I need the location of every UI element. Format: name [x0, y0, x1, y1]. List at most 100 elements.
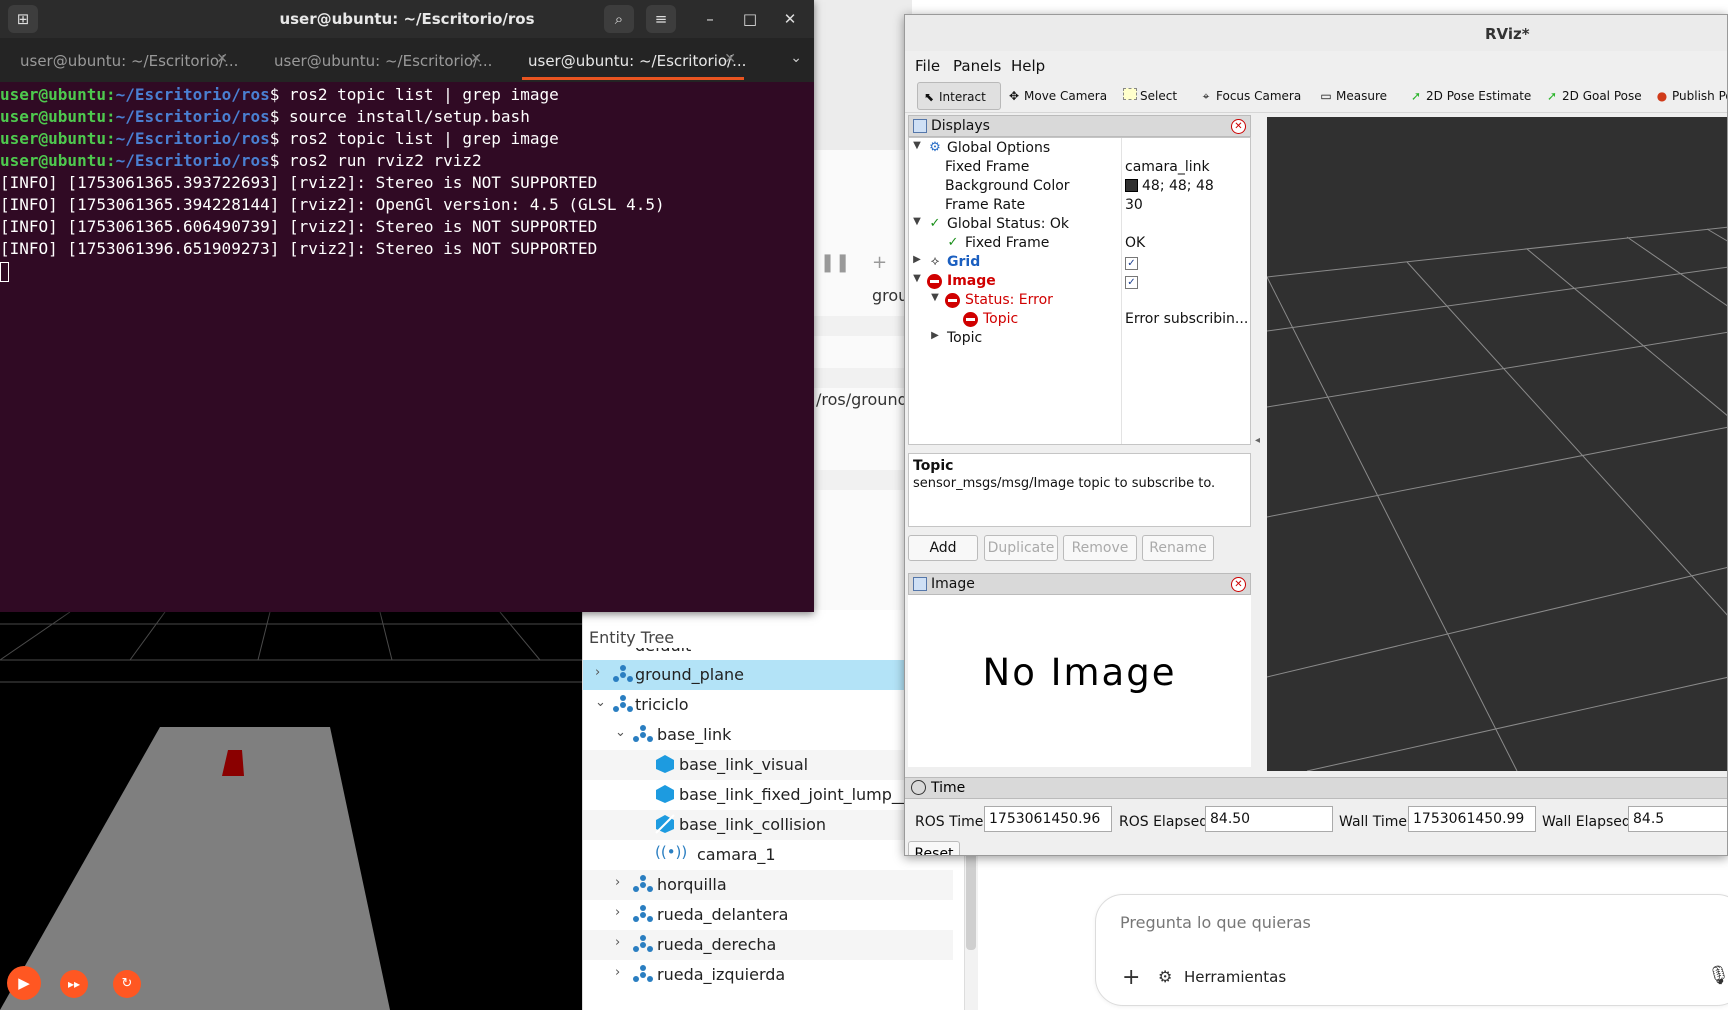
tree-row-topic[interactable]: ▶ Topic	[909, 328, 1252, 349]
background-color-value[interactable]: 48; 48; 48	[1125, 178, 1214, 194]
maximize-icon[interactable]: □	[735, 5, 765, 33]
tree-row-grid[interactable]: ▶ ⟡ Grid ✓	[909, 252, 1252, 273]
terminal-tab[interactable]: user@ubuntu: ~/Escritorio/... ✕	[0, 38, 250, 82]
chevron-right-icon[interactable]: ›	[595, 665, 609, 680]
menu-panels[interactable]: Panels	[953, 57, 1001, 75]
ros-time-field[interactable]: 1753061450.96	[984, 806, 1112, 832]
tree-row-background-color[interactable]: Background Color 48; 48; 48	[909, 176, 1252, 197]
tree-row-status-error[interactable]: ▼ Status: Error	[909, 290, 1252, 311]
expand-right-icon[interactable]: ▶	[929, 330, 941, 341]
close-icon[interactable]: ✕	[775, 5, 805, 33]
time-panel-title: Time	[931, 780, 966, 796]
chevron-right-icon[interactable]: ›	[615, 965, 629, 980]
entity-row-collision[interactable]: base_link_collision	[583, 810, 953, 840]
entity-row-rueda-derecha[interactable]: › rueda_derecha	[583, 930, 953, 960]
expand-down-icon[interactable]: ▼	[929, 292, 941, 303]
rviz-3d-viewport[interactable]	[1267, 117, 1727, 771]
wall-time-field[interactable]: 1753061450.99	[1408, 806, 1536, 832]
search-icon[interactable]: ⌕	[604, 5, 634, 33]
hamburger-menu-icon[interactable]: ≡	[646, 5, 676, 33]
terminal-tab-active[interactable]: user@ubuntu: ~/Escritorio/... ✕	[508, 38, 758, 82]
select-tool[interactable]: Select	[1123, 82, 1177, 110]
tree-row-topic-error[interactable]: Topic Error subscribin...	[909, 309, 1252, 330]
close-icon[interactable]: ✕	[1231, 119, 1246, 134]
reset-world-button[interactable]: ↻	[113, 970, 141, 998]
move-camera-tool[interactable]: ✥ Move Camera	[1007, 82, 1107, 110]
tree-row-fixed-frame[interactable]: Fixed Frame camara_link	[909, 157, 1252, 178]
chevron-right-icon[interactable]: ›	[615, 875, 629, 890]
goal-pose-tool[interactable]: ➚ 2D Goal Pose	[1545, 82, 1642, 110]
reset-button[interactable]: Reset	[908, 841, 960, 855]
expand-down-icon[interactable]: ▼	[911, 216, 923, 227]
tools-button[interactable]: Herramientas	[1184, 968, 1286, 986]
close-icon[interactable]: ✕	[1231, 577, 1246, 592]
entity-row-default[interactable]: default	[583, 648, 953, 660]
link-icon	[633, 875, 653, 892]
entity-row-ground-plane[interactable]: › ground_plane	[583, 660, 953, 690]
entity-row-rueda-izquierda[interactable]: › rueda_izquierda	[583, 960, 953, 990]
expand-down-icon[interactable]: ▼	[911, 273, 923, 284]
microphone-icon[interactable]: 🎙	[1707, 965, 1728, 986]
close-tab-icon[interactable]: ✕	[216, 51, 228, 67]
wall-elapsed-field[interactable]: 84.5	[1628, 806, 1727, 832]
collapse-left-icon[interactable]: ◂	[1255, 435, 1260, 446]
terminal-tab[interactable]: user@ubuntu: ~/Escritorio/... ✕	[254, 38, 504, 82]
publish-point-tool[interactable]: ● Publish Po	[1655, 82, 1727, 110]
chevron-right-icon[interactable]: ›	[615, 935, 629, 950]
gazebo-viewport[interactable]: ▶ ▸▸ ↻	[0, 612, 582, 1010]
chevron-down-icon[interactable]: ⌄	[790, 50, 802, 66]
terminal-titlebar[interactable]: ⊞ user@ubuntu: ~/Escritorio/ros ⌕ ≡ – □ …	[0, 0, 814, 38]
sliders-icon[interactable]: ⚙	[1158, 967, 1172, 986]
chat-input-box[interactable]: Pregunta lo que quieras + ⚙ Herramientas…	[1095, 894, 1728, 1006]
duplicate-button[interactable]: Duplicate	[984, 535, 1058, 561]
tree-row-global-options[interactable]: ▼ ⚙ Global Options	[909, 138, 1252, 159]
play-button[interactable]: ▶	[7, 966, 41, 1000]
rename-button[interactable]: Rename	[1142, 535, 1214, 561]
pose-estimate-tool[interactable]: ➚ 2D Pose Estimate	[1409, 82, 1531, 110]
ros-elapsed-field[interactable]: 84.50	[1205, 806, 1333, 832]
image-enabled-checkbox[interactable]: ✓	[1125, 273, 1138, 289]
fixed-frame-value[interactable]: camara_link	[1125, 159, 1210, 175]
expand-right-icon[interactable]: ▶	[911, 254, 923, 265]
entity-row-visual[interactable]: base_link_fixed_joint_lump__ca	[583, 780, 953, 810]
frame-rate-value[interactable]: 30	[1125, 197, 1143, 213]
menu-help[interactable]: Help	[1011, 57, 1045, 75]
close-tab-icon[interactable]: ✕	[470, 51, 482, 67]
close-tab-icon[interactable]: ✕	[724, 51, 736, 67]
interact-tool[interactable]: ⬉ Interact	[917, 82, 1001, 110]
terminal-output[interactable]: user@ubuntu:~/Escritorio/ros$ ros2 topic…	[0, 84, 800, 612]
entity-row-sensor[interactable]: ((•)) camara_1	[583, 840, 953, 870]
measure-tool[interactable]: ▭ Measure	[1319, 82, 1387, 110]
chevron-down-icon[interactable]: ⌄	[595, 695, 609, 710]
expand-down-icon[interactable]: ▼	[911, 140, 923, 151]
prompt-path: ~/Escritorio/ros	[115, 85, 270, 104]
grid-render	[1267, 226, 1727, 771]
entity-row-rueda-delantera[interactable]: › rueda_delantera	[583, 900, 953, 930]
chat-placeholder[interactable]: Pregunta lo que quieras	[1120, 913, 1311, 932]
tree-row-frame-rate[interactable]: Frame Rate 30	[909, 195, 1252, 216]
entity-row-horquilla[interactable]: › horquilla	[583, 870, 953, 900]
minimize-icon[interactable]: –	[695, 5, 725, 33]
tree-row-status-fixed-frame[interactable]: ✓ Fixed Frame OK	[909, 233, 1252, 254]
terminal-command-line: user@ubuntu:~/Escritorio/ros$ source ins…	[0, 107, 530, 126]
pause-icon[interactable]: ❚❚	[820, 252, 850, 273]
entity-row-triciclo[interactable]: ⌄ triciclo	[583, 690, 953, 720]
rviz-titlebar[interactable]: RViz*	[905, 15, 1727, 51]
terminal-scrollbar[interactable]	[806, 84, 814, 612]
tree-row-global-status[interactable]: ▼ ✓ Global Status: Ok	[909, 214, 1252, 235]
focus-camera-tool[interactable]: ⌖ Focus Camera	[1199, 82, 1302, 110]
grid-enabled-checkbox[interactable]: ✓	[1125, 254, 1138, 270]
chevron-right-icon[interactable]: ›	[615, 905, 629, 920]
plus-icon[interactable]: +	[872, 252, 887, 273]
chevron-down-icon[interactable]: ⌄	[615, 725, 629, 740]
step-button[interactable]: ▸▸	[60, 970, 88, 998]
plus-icon[interactable]: +	[1122, 965, 1140, 990]
menu-file[interactable]: File	[915, 57, 940, 75]
remove-button[interactable]: Remove	[1063, 535, 1137, 561]
tree-row-image[interactable]: ▼ Image ✓	[909, 271, 1252, 292]
entity-row-base-link[interactable]: ⌄ base_link	[583, 720, 953, 750]
link-icon	[633, 935, 653, 952]
text-cursor	[0, 261, 9, 282]
add-button[interactable]: Add	[908, 535, 978, 561]
entity-row-visual[interactable]: base_link_visual	[583, 750, 953, 780]
